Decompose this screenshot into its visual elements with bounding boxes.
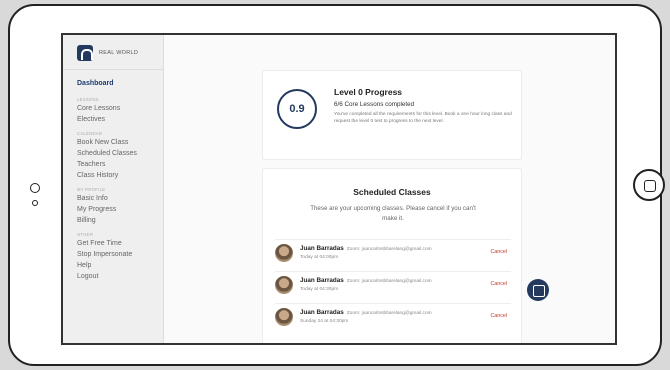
logo[interactable]: REAL WORLD <box>63 35 163 69</box>
camera-icon <box>30 183 40 193</box>
teacher-name: Juan Barradas <box>300 245 344 252</box>
cancel-button[interactable]: Cancel <box>491 281 508 287</box>
progress-card: 0.9 Level 0 Progress 6/6 Core Lessons co… <box>262 70 522 160</box>
progress-description: You've completed all the requirements fo… <box>334 112 512 124</box>
teacher-name: Juan Barradas <box>300 277 344 284</box>
class-time: Today at 04:30pm <box>300 287 339 292</box>
class-meta: Zoom: juancarlosbbarelang@gmail.com <box>346 311 432 316</box>
progress-score: 0.9 <box>277 89 317 129</box>
class-teacher: Juan Barradas Zoom: juancarlosbbarelang@g… <box>300 277 432 284</box>
progress-title: Level 0 Progress <box>334 87 403 97</box>
class-meta: Zoom: juancarlosbbarelang@gmail.com <box>346 279 432 284</box>
sidebar: REAL WORLD Dashboard LESSONS Core Lesson… <box>63 35 164 343</box>
class-meta: Zoom: juancarlosbbarelang@gmail.com <box>346 247 432 252</box>
sidebar-item-scheduled-classes[interactable]: Scheduled Classes <box>63 148 163 159</box>
class-time: Today at 04:00pm <box>300 255 339 260</box>
cancel-button[interactable]: Cancel <box>491 313 508 319</box>
sidebar-item-core-lessons[interactable]: Core Lessons <box>63 103 163 114</box>
class-teacher: Juan Barradas Zoom: juancarlosbbarelang@g… <box>300 309 432 316</box>
sidebar-item-basic-info[interactable]: Basic Info <box>63 193 163 204</box>
sidebar-item-stop-impersonate[interactable]: Stop Impersonate <box>63 249 163 260</box>
home-button-icon[interactable] <box>633 169 665 201</box>
sidebar-item-book-new-class[interactable]: Book New Class <box>63 137 163 148</box>
avatar <box>275 244 293 262</box>
logo-icon <box>77 45 93 61</box>
chat-icon[interactable] <box>527 279 549 301</box>
class-row: Juan Barradas Zoom: juancarlosbbarelang@g… <box>275 239 511 267</box>
sidebar-item-help[interactable]: Help <box>63 260 163 271</box>
sensor-icon <box>32 200 38 206</box>
sidebar-item-dashboard[interactable]: Dashboard <box>63 78 163 89</box>
scheduled-title: Scheduled Classes <box>353 187 431 197</box>
sidebar-item-electives[interactable]: Electives <box>63 114 163 125</box>
class-row: Juan Barradas Zoom: juancarlosbbarelang@g… <box>275 303 511 331</box>
teacher-name: Juan Barradas <box>300 309 344 316</box>
sidebar-item-teachers[interactable]: Teachers <box>63 159 163 170</box>
class-row: Juan Barradas Zoom: juancarlosbbarelang@g… <box>275 271 511 299</box>
class-teacher: Juan Barradas Zoom: juancarlosbbarelang@g… <box>300 245 432 252</box>
scheduled-classes-card: Scheduled Classes These are your upcomin… <box>262 168 522 343</box>
sidebar-item-billing[interactable]: Billing <box>63 215 163 226</box>
avatar <box>275 308 293 326</box>
sidebar-item-logout[interactable]: Logout <box>63 271 163 282</box>
sidebar-item-class-history[interactable]: Class History <box>63 170 163 181</box>
logo-text: REAL WORLD <box>99 50 139 56</box>
sidebar-item-get-free-time[interactable]: Get Free Time <box>63 238 163 249</box>
progress-subtitle: 6/6 Core Lessons completed <box>334 101 415 108</box>
cancel-button[interactable]: Cancel <box>491 249 508 255</box>
class-time: Sunday 24 at 04:30pm <box>300 319 349 324</box>
avatar <box>275 276 293 294</box>
main-content: 0.9 Level 0 Progress 6/6 Core Lessons co… <box>164 35 615 343</box>
divider <box>63 69 163 70</box>
sidebar-item-my-progress[interactable]: My Progress <box>63 204 163 215</box>
scheduled-subtitle: These are your upcoming classes. Please … <box>310 205 476 222</box>
